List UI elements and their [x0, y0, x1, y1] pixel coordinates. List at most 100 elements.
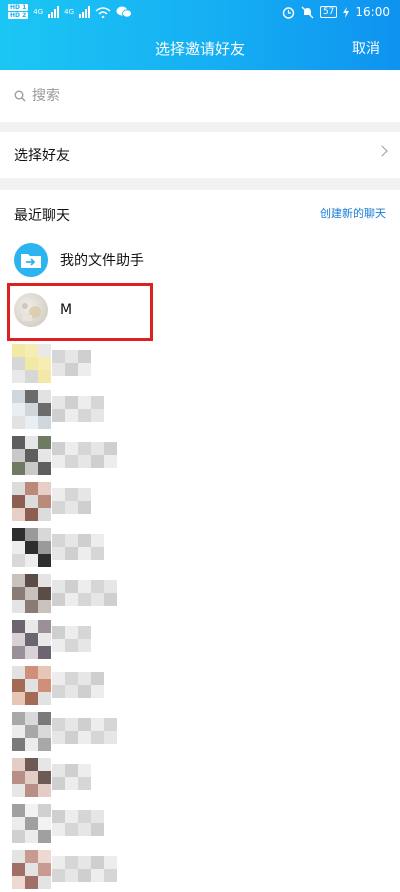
redacted-contact-row[interactable] — [0, 340, 400, 386]
redacted-pixel — [52, 685, 65, 698]
redacted-pixel — [12, 771, 25, 784]
wifi-icon — [95, 6, 111, 18]
search-icon — [14, 90, 26, 102]
redacted-pixel — [65, 672, 78, 685]
redacted-pixel — [52, 501, 65, 514]
redacted-pixel — [91, 869, 104, 882]
redacted-contact-row[interactable] — [0, 524, 400, 570]
redacted-pixel — [78, 442, 91, 455]
redacted-pixel — [25, 666, 38, 679]
clock: 16:00 — [355, 5, 390, 19]
redacted-pixel — [12, 495, 25, 508]
redacted-contact-row[interactable] — [0, 432, 400, 478]
redacted-pixel — [38, 804, 51, 817]
search-input[interactable] — [32, 88, 332, 104]
redacted-contact-row[interactable] — [0, 800, 400, 846]
redacted-pixel — [38, 574, 51, 587]
redacted-pixel — [25, 554, 38, 567]
wechat-icon — [116, 6, 132, 18]
redacted-pixel — [52, 777, 65, 790]
redacted-pixel — [38, 758, 51, 771]
redacted-pixel — [65, 685, 78, 698]
redacted-pixel — [25, 482, 38, 495]
redacted-pixel — [25, 771, 38, 784]
redacted-pixel — [25, 804, 38, 817]
redacted-pixel — [25, 541, 38, 554]
redacted-pixel — [12, 344, 25, 357]
redacted-pixel — [12, 804, 25, 817]
select-friends-row[interactable]: 选择好友 — [0, 132, 400, 178]
hd-indicator: HD 1 HD 2 — [8, 4, 29, 19]
redacted-pixel — [104, 455, 117, 468]
redacted-pixel — [25, 462, 38, 475]
redacted-pixel — [78, 856, 91, 869]
redacted-pixel — [38, 462, 51, 475]
search-bar[interactable] — [0, 70, 400, 122]
redacted-pixel — [12, 574, 25, 587]
redacted-pixel — [25, 574, 38, 587]
redacted-pixel — [12, 679, 25, 692]
redacted-pixel — [12, 449, 25, 462]
redacted-contact-row[interactable] — [0, 662, 400, 708]
redacted-pixel — [91, 593, 104, 606]
redacted-pixel — [12, 666, 25, 679]
redacted-pixel — [12, 758, 25, 771]
redacted-pixel — [12, 712, 25, 725]
create-new-chat-link[interactable]: 创建新的聊天 — [320, 205, 386, 221]
app-header: HD 1 HD 2 4G 4G 57 16:00 选择邀请好友 取消 — [0, 0, 400, 70]
redacted-pixel — [65, 731, 78, 744]
redacted-pixel — [52, 580, 65, 593]
contact-row-file-assistant[interactable]: 我的文件助手 — [0, 236, 400, 284]
redacted-pixel — [12, 482, 25, 495]
redacted-pixel — [91, 718, 104, 731]
redacted-pixel — [25, 357, 38, 370]
redacted-pixel — [38, 541, 51, 554]
redacted-pixel — [12, 370, 25, 383]
redacted-pixel — [12, 620, 25, 633]
redacted-pixel — [78, 731, 91, 744]
redacted-pixel — [38, 357, 51, 370]
redacted-contact-row[interactable] — [0, 754, 400, 800]
redacted-pixel — [12, 554, 25, 567]
redacted-pixel — [12, 462, 25, 475]
redacted-pixel — [38, 771, 51, 784]
redacted-pixel — [25, 370, 38, 383]
contact-name: 我的文件助手 — [60, 253, 144, 269]
redacted-pixel — [25, 528, 38, 541]
redacted-pixel — [52, 626, 65, 639]
redacted-pixel — [91, 534, 104, 547]
redacted-pixel — [38, 817, 51, 830]
redacted-pixel — [38, 725, 51, 738]
redacted-pixel — [78, 823, 91, 836]
redacted-pixel — [65, 350, 78, 363]
redacted-contact-row[interactable] — [0, 478, 400, 524]
redacted-contact-row[interactable] — [0, 570, 400, 616]
redacted-pixel — [38, 528, 51, 541]
redacted-contact-row[interactable] — [0, 386, 400, 432]
redacted-pixel — [52, 856, 65, 869]
redacted-pixel — [25, 449, 38, 462]
redacted-pixel — [25, 876, 38, 889]
cancel-button[interactable]: 取消 — [352, 38, 380, 58]
redacted-pixel — [12, 416, 25, 429]
redacted-pixel — [25, 738, 38, 751]
redacted-pixel — [25, 344, 38, 357]
redacted-pixel — [78, 626, 91, 639]
redacted-pixel — [12, 692, 25, 705]
redacted-pixel — [12, 646, 25, 659]
redacted-pixel — [52, 731, 65, 744]
redacted-pixel — [38, 850, 51, 863]
redacted-contact-row[interactable] — [0, 708, 400, 754]
redacted-pixel — [78, 396, 91, 409]
redacted-pixel — [78, 593, 91, 606]
redacted-contact-row[interactable] — [0, 616, 400, 662]
redacted-pixel — [25, 679, 38, 692]
folder-transfer-icon — [21, 254, 41, 268]
redacted-pixel — [38, 482, 51, 495]
redacted-contact-row[interactable] — [0, 846, 400, 892]
redacted-pixel — [25, 692, 38, 705]
contact-row-m[interactable]: M — [0, 286, 400, 334]
redacted-pixel — [65, 823, 78, 836]
redacted-pixel — [12, 587, 25, 600]
recent-chats-title: 最近聊天 — [14, 208, 70, 224]
